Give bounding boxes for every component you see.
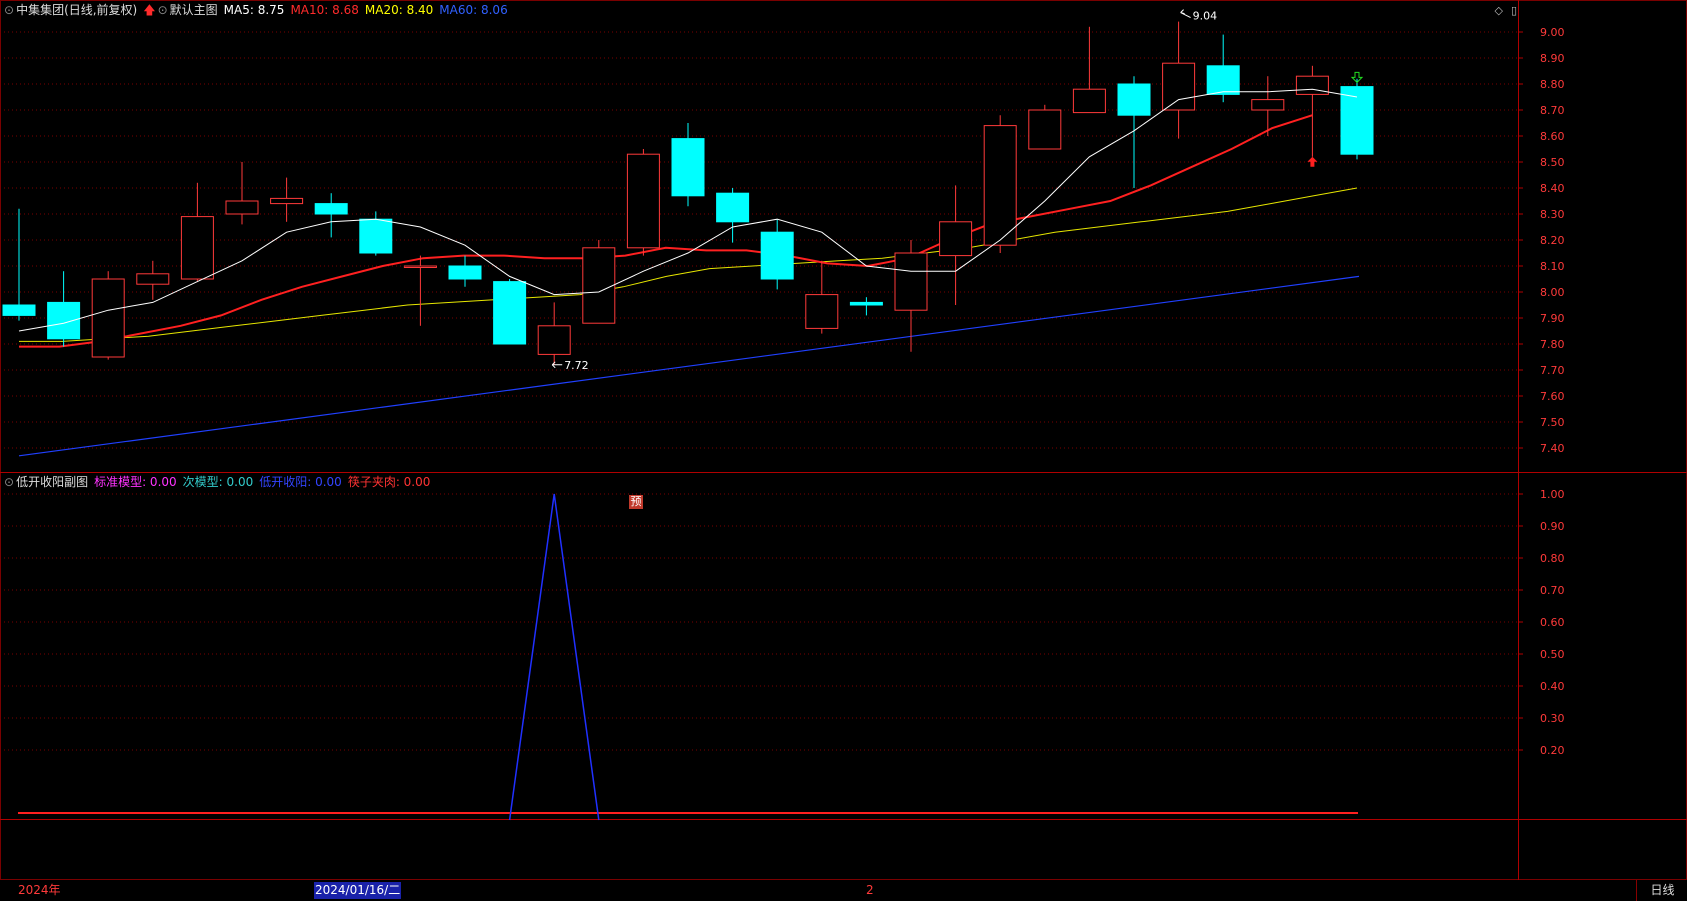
candle-body — [1072, 88, 1106, 114]
sub-tick-label: 0.70 — [1540, 584, 1565, 597]
candle-body — [493, 281, 527, 345]
main-tick-label: 8.20 — [1540, 234, 1565, 247]
month-marker: 2 — [866, 883, 874, 897]
candle-body — [47, 301, 81, 340]
main-tick-label: 9.00 — [1540, 26, 1565, 39]
main-tick-label: 8.60 — [1540, 130, 1565, 143]
main-tick-label: 8.70 — [1540, 104, 1565, 117]
low-open-up-series — [508, 493, 600, 821]
main-tick-label: 8.90 — [1540, 52, 1565, 65]
main-tick-label: 8.10 — [1540, 260, 1565, 273]
main-tick-label: 8.30 — [1540, 208, 1565, 221]
candle-body — [671, 138, 705, 197]
main-tick-label: 8.50 — [1540, 156, 1565, 169]
low-arrow-icon — [551, 361, 563, 369]
candle-body — [136, 273, 170, 285]
candle-body — [537, 325, 571, 355]
main-tick-label: 8.80 — [1540, 78, 1565, 91]
candle-body — [1162, 62, 1196, 111]
sub-tick-label: 0.40 — [1540, 680, 1565, 693]
sub-tick-label: 0.30 — [1540, 712, 1565, 725]
candle-body — [939, 221, 973, 257]
main-tick-label: 7.80 — [1540, 338, 1565, 351]
ma60-line — [18, 275, 1360, 457]
high-arrow-icon — [1180, 9, 1191, 19]
candle-body — [180, 216, 214, 280]
main-tick-label: 8.40 — [1540, 182, 1565, 195]
period-button[interactable]: 日线 — [1636, 880, 1687, 901]
candle-body — [91, 278, 125, 358]
sub-tick-label: 0.80 — [1540, 552, 1565, 565]
buy-signal-icon — [1307, 156, 1318, 167]
candle-body — [270, 197, 304, 205]
main-tick-label: 8.00 — [1540, 286, 1565, 299]
sub-tick-label: 0.50 — [1540, 648, 1565, 661]
candle-body — [894, 252, 928, 311]
sub-tick-label: 0.90 — [1540, 520, 1565, 533]
sub-tick-label: 0.60 — [1540, 616, 1565, 629]
chart-canvas[interactable]: 9.00 8.90 8.80 8.70 8.60 8.50 8.40 8.30 8.20 8.10… — [0, 0, 1687, 901]
candle-body — [582, 247, 616, 324]
year-label: 2024年 — [18, 883, 61, 897]
candle-body — [448, 265, 482, 280]
candle-body — [626, 153, 660, 249]
candle-body — [716, 192, 750, 223]
candle-body — [983, 125, 1017, 246]
candle-body — [2, 304, 36, 316]
date-axis: 2024年 2024/01/16/二 2 — [0, 880, 1687, 901]
candle-body — [760, 231, 794, 280]
cursor-date: 2024/01/16/二 — [314, 882, 402, 899]
main-tick-label: 7.50 — [1540, 416, 1565, 429]
candle-body — [1295, 75, 1329, 95]
sub-tick-label: 1.00 — [1540, 488, 1565, 501]
candle-body — [849, 301, 883, 306]
low-price-label: 7.72 — [564, 359, 589, 372]
prediction-badge[interactable]: 预 — [629, 495, 643, 509]
main-tick-label: 7.70 — [1540, 364, 1565, 377]
candle-body — [225, 200, 259, 215]
candle-body — [359, 218, 393, 254]
candle-body — [1028, 109, 1062, 150]
outer-frame — [0, 0, 1687, 880]
sub-tick-label: 0.20 — [1540, 744, 1565, 757]
candle-body — [1117, 83, 1151, 116]
high-price-label: 9.04 — [1193, 10, 1218, 23]
candle-body — [805, 294, 839, 329]
candle-body — [314, 203, 348, 215]
candle-body — [1251, 99, 1285, 111]
main-tick-label: 7.40 — [1540, 442, 1565, 455]
candle-body — [403, 265, 437, 268]
candle-body — [1206, 65, 1240, 95]
main-tick-label: 7.60 — [1540, 390, 1565, 403]
main-tick-label: 7.90 — [1540, 312, 1565, 325]
